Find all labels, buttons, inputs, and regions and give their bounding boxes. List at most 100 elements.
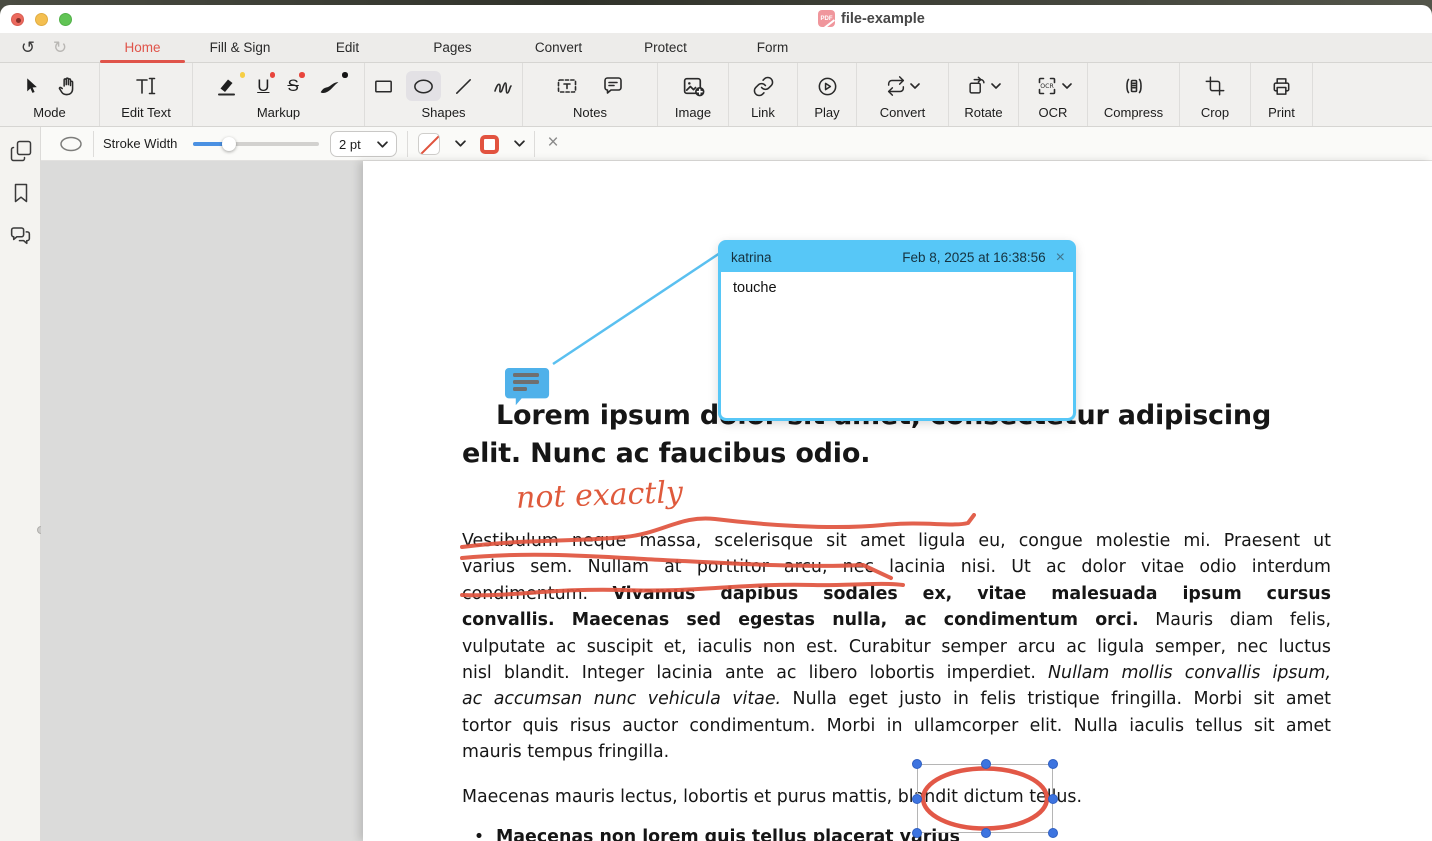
highlight-color-dot bbox=[240, 72, 246, 78]
tab-convert[interactable]: Convert bbox=[505, 33, 612, 63]
hand-pan-icon[interactable] bbox=[51, 71, 84, 101]
scribble-icon[interactable] bbox=[486, 71, 520, 101]
play-icon[interactable] bbox=[811, 71, 844, 101]
tab-protect[interactable]: Protect bbox=[612, 33, 719, 63]
pdf-page: Lorem ipsum dolor sit amet, consectetur … bbox=[363, 161, 1432, 841]
ocr-icon[interactable]: OCR bbox=[1030, 71, 1077, 101]
note-connector-line bbox=[553, 253, 720, 364]
redo-icon[interactable]: ↻ bbox=[48, 37, 72, 59]
stroke-width-slider[interactable] bbox=[193, 142, 319, 146]
selection-handle[interactable] bbox=[981, 828, 991, 838]
selection-handle[interactable] bbox=[1048, 828, 1058, 838]
document-paragraph: Maecenas mauris lectus, lobortis et puru… bbox=[462, 787, 1331, 807]
document-paragraph: Vestibulum neque massa, scelerisque sit … bbox=[462, 528, 1331, 766]
comment-icon[interactable] bbox=[596, 71, 630, 101]
comments-icon[interactable] bbox=[8, 223, 33, 248]
selection-handle[interactable] bbox=[912, 759, 922, 769]
ellipse-annotation-selection[interactable] bbox=[917, 764, 1053, 833]
ribbon-tab-bar: ↺ ↻ Home Fill & Sign Edit Pages Convert … bbox=[0, 33, 1432, 63]
document-text-line: mauris tempus fringilla. bbox=[462, 739, 1331, 765]
close-window-button[interactable] bbox=[11, 13, 24, 26]
toolbar-group-mode: Mode bbox=[0, 63, 100, 126]
shape-properties-bar: Stroke Width 2 pt × bbox=[41, 127, 1432, 161]
compress-icon[interactable] bbox=[1117, 71, 1151, 101]
bullet-char: • bbox=[462, 827, 496, 841]
rotate-icon[interactable] bbox=[961, 71, 1006, 101]
tab-fill-and-sign[interactable]: Fill & Sign bbox=[185, 33, 295, 63]
tab-home[interactable]: Home bbox=[100, 33, 185, 63]
select-cursor-icon[interactable] bbox=[16, 71, 49, 101]
freehand-pen-icon[interactable] bbox=[312, 71, 347, 101]
comment-body-text[interactable]: touche bbox=[721, 272, 1073, 418]
toolbar-group-ocr: OCR OCR bbox=[1019, 63, 1088, 126]
add-image-icon[interactable] bbox=[676, 71, 711, 101]
minimize-window-button[interactable] bbox=[35, 13, 48, 26]
edit-text-icon[interactable] bbox=[129, 71, 163, 101]
toolbar-group-label: Print bbox=[1268, 105, 1295, 120]
stroke-color-swatch[interactable] bbox=[480, 135, 499, 154]
toolbar-spacer bbox=[1313, 63, 1432, 126]
heading-line: elit. Nunc ac faucibus odio. bbox=[462, 435, 1334, 473]
toolbar-group-notes: Notes bbox=[523, 63, 658, 126]
underline-color-dot bbox=[270, 72, 276, 78]
text-box-icon[interactable] bbox=[550, 71, 584, 101]
zoom-window-button[interactable] bbox=[59, 13, 72, 26]
stroke-width-select[interactable]: 2 pt bbox=[330, 131, 397, 157]
document-title: PDF file-example bbox=[818, 10, 925, 27]
crop-icon[interactable] bbox=[1199, 71, 1231, 101]
link-icon[interactable] bbox=[747, 71, 780, 101]
pdf-file-icon: PDF bbox=[818, 10, 835, 27]
selection-handle[interactable] bbox=[1048, 794, 1058, 804]
fill-color-swatch[interactable] bbox=[418, 133, 440, 155]
document-text-line: ac accumsan nunc vehicula vitae. Nulla e… bbox=[462, 686, 1331, 712]
document-text-line: tortor quis risus auctor condimentum. Mo… bbox=[462, 713, 1331, 739]
underline-icon[interactable]: U bbox=[252, 71, 274, 101]
tab-form[interactable]: Form bbox=[719, 33, 826, 63]
selection-handle[interactable] bbox=[912, 828, 922, 838]
selection-handle[interactable] bbox=[1048, 759, 1058, 769]
tab-edit[interactable]: Edit bbox=[295, 33, 400, 63]
toolbar-group-label: Mode bbox=[33, 105, 66, 120]
divider bbox=[93, 131, 94, 157]
toolbar-group-link: Link bbox=[729, 63, 798, 126]
toolbar-group-label: Markup bbox=[257, 105, 300, 120]
highlight-icon[interactable] bbox=[210, 71, 244, 101]
app-window: PDF file-example ↺ ↻ Home Fill & Sign Ed… bbox=[0, 0, 1432, 841]
toolbar-group-shapes: Shapes bbox=[365, 63, 523, 126]
chevron-down-icon[interactable] bbox=[455, 140, 466, 147]
bookmarks-icon[interactable] bbox=[8, 181, 33, 206]
sticky-note-icon[interactable] bbox=[505, 365, 550, 405]
ellipse-annotation[interactable] bbox=[918, 765, 1052, 832]
ellipse-icon[interactable] bbox=[406, 71, 441, 101]
document-text-line: nisl blandit. Integer lacinia ante ac li… bbox=[462, 660, 1331, 686]
undo-icon[interactable]: ↺ bbox=[16, 37, 40, 59]
document-text-line: convallis. Maecenas sed egestas nulla, a… bbox=[462, 607, 1331, 633]
close-icon[interactable]: × bbox=[1056, 249, 1065, 267]
comment-author: katrina bbox=[731, 250, 772, 265]
convert-icon[interactable] bbox=[880, 71, 925, 101]
chevron-down-icon[interactable] bbox=[514, 140, 525, 147]
page-thumbnails-icon[interactable] bbox=[8, 139, 33, 164]
chevron-down-icon bbox=[377, 141, 388, 148]
tab-pages[interactable]: Pages bbox=[400, 33, 505, 63]
bullet-text: Maecenas non lorem quis tellus placerat … bbox=[496, 827, 960, 841]
strikethrough-icon[interactable]: S bbox=[282, 71, 303, 101]
document-title-text: file-example bbox=[841, 11, 925, 27]
toolbar-group-label: Convert bbox=[880, 105, 926, 120]
selection-handle[interactable] bbox=[912, 794, 922, 804]
close-properties-icon[interactable]: × bbox=[541, 130, 565, 156]
rectangle-icon[interactable] bbox=[367, 71, 400, 101]
title-bar: PDF file-example bbox=[0, 5, 1432, 33]
selection-handle[interactable] bbox=[981, 759, 991, 769]
handwritten-annotation[interactable]: not exactly bbox=[515, 475, 683, 516]
toolbar-group-label: OCR bbox=[1039, 105, 1068, 120]
line-icon[interactable] bbox=[447, 71, 480, 101]
print-icon[interactable] bbox=[1265, 71, 1298, 101]
toolbar-group-crop: Crop bbox=[1180, 63, 1251, 126]
toolbar-group-convert: Convert bbox=[857, 63, 949, 126]
slider-knob[interactable] bbox=[222, 137, 236, 151]
toolbar-group-markup: U S Markup bbox=[193, 63, 365, 126]
toolbar-group-image: Image bbox=[658, 63, 729, 126]
comment-popup-header[interactable]: katrina Feb 8, 2025 at 16:38:56 × bbox=[721, 243, 1073, 272]
left-sidebar bbox=[0, 127, 41, 841]
